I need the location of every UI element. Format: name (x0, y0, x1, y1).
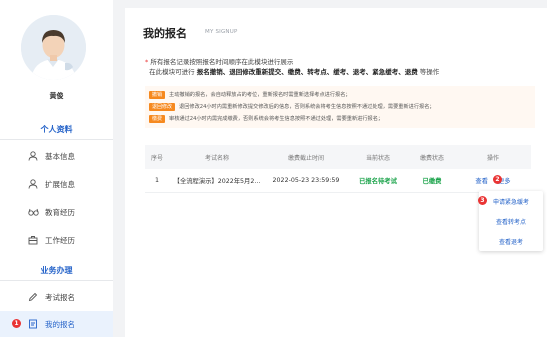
notice-item: 撤销 主动撤销的报名，会自动释放占的考位，重新报名时需重新选择考点进行报名； (149, 89, 531, 101)
col-header: 考试名称 (204, 154, 229, 162)
sidebar-item-label: 扩展信息 (45, 179, 75, 189)
user-name: 黄俊 (49, 92, 64, 100)
divider (0, 139, 113, 140)
section-business-heading: 业务办理 (40, 266, 73, 275)
notice-text: 主动撤销的报名，会自动释放占的考位，重新报名时需重新选择考点进行报名； (169, 92, 351, 98)
table-header: 序号 考试名称 缴费截止时间 当前状态 缴费状态 操作 (145, 145, 531, 169)
sidebar-item-work[interactable]: 工作经历 (0, 227, 113, 253)
notice-box: 撤销 主动撤销的报名，会自动释放占的考位，重新报名时需重新选择考点进行报名； 退回… (145, 86, 535, 128)
info-block: * 所有报名记录按照报名时间顺序在此模块进行展示 在此模块可进行 报名撤销、退回… (145, 57, 439, 77)
info-line-2-pre: 在此模块可进行 (149, 68, 195, 76)
info-line-2-ops: 报名撤销、退回修改重新提交、缴费、转考点、缓考、退考、紧急缓考、退费 (196, 68, 418, 76)
menu-item-label: 查看转考点 (495, 218, 526, 226)
sidebar-item-education[interactable]: 教育经历 (0, 199, 113, 225)
sidebar-item-label: 考试报名 (45, 292, 75, 302)
col-header: 缴费截止时间 (287, 154, 324, 162)
page-subtitle: MY SIGNUP (205, 29, 238, 35)
sidebar-item-label: 教育经历 (45, 207, 75, 217)
notice-tag: 退回修改 (149, 103, 176, 111)
step-badge: 3 (478, 196, 487, 205)
col-header: 当前状态 (365, 154, 390, 162)
notice-tag: 撤销 (149, 91, 166, 99)
document-icon (27, 318, 39, 330)
user-icon (27, 150, 39, 162)
divider (0, 280, 113, 281)
page-title: 我的报名 (143, 27, 187, 40)
briefcase-icon (27, 234, 39, 246)
notice-tag: 缴费 (149, 115, 166, 123)
info-line-1: 所有报名记录按照报名时间顺序在此模块进行展示 (150, 58, 294, 66)
sidebar-item-label: 基本信息 (45, 151, 75, 161)
view-link[interactable]: 查看 (475, 178, 488, 185)
section-profile-heading: 个人资料 (40, 125, 73, 134)
sidebar: 黄俊 个人资料 基本信息 扩展信息 教育经历 工作经历 业务办理 考试报名 我的… (0, 0, 113, 337)
cell-status: 已报名待考试 (359, 178, 397, 185)
avatar-image (21, 15, 86, 80)
glasses-icon (27, 206, 39, 218)
asterisk: * (145, 58, 149, 66)
cell-deadline: 2022-05-23 23:59:59 (272, 177, 340, 184)
cell-actions: 查看 更多 2 (455, 175, 531, 185)
user-icon (27, 178, 39, 190)
menu-item-label: 查看退考 (498, 238, 523, 246)
sidebar-item-extended-info[interactable]: 扩展信息 (0, 171, 113, 197)
col-header: 序号 (150, 154, 163, 162)
table-row: 1 【全流程演示】2022年5月2... 2022-05-23 23:59:59… (145, 169, 531, 193)
col-header: 操作 (486, 154, 499, 162)
edit-icon (27, 291, 39, 303)
notice-text: 审核通过24小时内需完成缴费，否则系统会将考生信息按照不通过处理，需要重新进行报… (169, 116, 384, 122)
step-badge: 1 (12, 319, 21, 328)
notice-item: 退回修改 退回修改24小时内需重新修改提交修改后的信息，否则系统会将考生信息按照不… (149, 101, 531, 113)
menu-item-view-transfer[interactable]: 查看转考点 (479, 211, 543, 231)
cell-index: 1 (154, 177, 159, 184)
sidebar-item-label: 工作经历 (45, 235, 75, 245)
col-header: 缴费状态 (419, 154, 444, 162)
sidebar-item-label: 我的报名 (45, 319, 75, 329)
menu-item-emergency-deferral[interactable]: 申请紧急缓考 3 (478, 191, 543, 211)
notice-text: 退回修改24小时内需重新修改提交修改后的信息，否则系统会将考生信息按照不通过处理… (179, 104, 435, 110)
sidebar-item-basic-info[interactable]: 基本信息 (0, 143, 113, 169)
menu-item-label: 申请紧急缓考 (492, 198, 529, 206)
cell-pay-status: 已缴费 (422, 178, 442, 185)
more-actions-dropdown: 申请紧急缓考 3 查看转考点 查看退考 (478, 191, 543, 251)
sidebar-item-exam-signup[interactable]: 考试报名 (0, 284, 113, 310)
main-panel: 我的报名 MY SIGNUP * 所有报名记录按照报名时间顺序在此模块进行展示 … (125, 8, 547, 337)
menu-item-view-withdraw[interactable]: 查看退考 (479, 231, 543, 251)
notice-item: 缴费 审核通过24小时内需完成缴费，否则系统会将考生信息按照不通过处理，需要重新进… (149, 113, 531, 125)
cell-exam-name: 【全流程演示】2022年5月2... (173, 178, 261, 185)
avatar[interactable] (21, 15, 86, 80)
signup-table: 序号 考试名称 缴费截止时间 当前状态 缴费状态 操作 1 【全流程演示】202… (145, 145, 531, 193)
info-line-2-post: 等操作 (419, 68, 440, 76)
step-badge: 2 (493, 175, 502, 184)
